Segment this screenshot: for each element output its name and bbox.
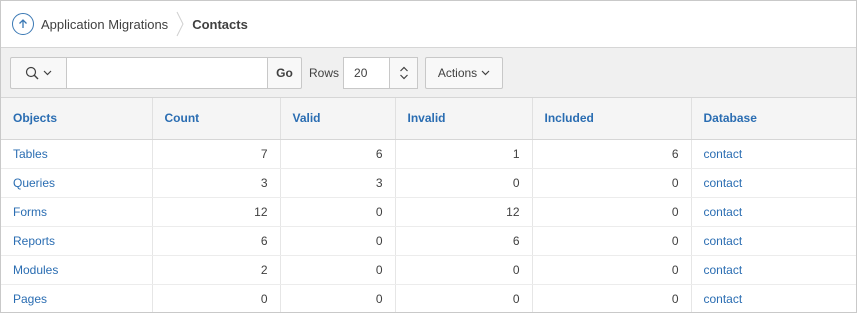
database-link[interactable]: contact bbox=[691, 139, 856, 169]
table-row: Pages 0 0 0 0 contact bbox=[1, 284, 856, 312]
included-cell: 0 bbox=[532, 255, 692, 285]
valid-cell: 0 bbox=[280, 284, 396, 312]
invalid-cell: 12 bbox=[395, 197, 533, 227]
rows-label: Rows bbox=[309, 65, 340, 80]
invalid-cell: 6 bbox=[395, 226, 533, 256]
rows-value[interactable]: 20 bbox=[343, 56, 391, 89]
up-arrow-button[interactable] bbox=[12, 13, 34, 35]
chevron-down-icon bbox=[43, 70, 52, 75]
included-cell: 0 bbox=[532, 197, 692, 227]
breadcrumb: Application Migrations Contacts bbox=[1, 1, 856, 48]
valid-cell: 0 bbox=[280, 197, 396, 227]
object-link[interactable]: Modules bbox=[1, 255, 153, 285]
database-link[interactable]: contact bbox=[691, 168, 856, 198]
database-link[interactable]: contact bbox=[691, 284, 856, 312]
object-link[interactable]: Reports bbox=[1, 226, 153, 256]
up-down-chevron-icon bbox=[399, 66, 408, 79]
table-row: Queries 3 3 0 0 contact bbox=[1, 168, 856, 198]
table-row: Tables 7 6 1 6 contact bbox=[1, 139, 856, 169]
chevron-right-icon bbox=[176, 10, 184, 38]
column-header-database[interactable]: Database bbox=[691, 98, 856, 140]
invalid-cell: 0 bbox=[395, 255, 533, 285]
count-cell: 7 bbox=[152, 139, 281, 169]
arrow-up-icon bbox=[19, 19, 27, 28]
rows-select[interactable]: 20 bbox=[343, 56, 419, 89]
database-link[interactable]: contact bbox=[691, 197, 856, 227]
table-row: Forms 12 0 12 0 contact bbox=[1, 197, 856, 227]
report-toolbar: Go Rows 20 Actions bbox=[1, 48, 856, 98]
migration-objects-table: Objects Count Valid Invalid Included Dat… bbox=[1, 98, 856, 312]
count-cell: 3 bbox=[152, 168, 281, 198]
table-row: Modules 2 0 0 0 contact bbox=[1, 255, 856, 285]
count-cell: 2 bbox=[152, 255, 281, 285]
table-header-row: Objects Count Valid Invalid Included Dat… bbox=[1, 98, 856, 140]
column-header-count[interactable]: Count bbox=[152, 98, 281, 140]
column-header-valid[interactable]: Valid bbox=[280, 98, 396, 140]
search-bar: Go bbox=[10, 56, 302, 89]
invalid-cell: 0 bbox=[395, 168, 533, 198]
invalid-cell: 1 bbox=[395, 139, 533, 169]
included-cell: 0 bbox=[532, 284, 692, 312]
valid-cell: 6 bbox=[280, 139, 396, 169]
actions-menu-button[interactable]: Actions bbox=[425, 56, 504, 89]
chevron-down-icon bbox=[481, 70, 490, 75]
go-button[interactable]: Go bbox=[268, 56, 302, 89]
column-header-objects[interactable]: Objects bbox=[1, 98, 153, 140]
valid-cell: 3 bbox=[280, 168, 396, 198]
rows-stepper[interactable] bbox=[390, 56, 419, 89]
included-cell: 0 bbox=[532, 168, 692, 198]
object-link[interactable]: Forms bbox=[1, 197, 153, 227]
valid-cell: 0 bbox=[280, 226, 396, 256]
search-input[interactable] bbox=[66, 56, 268, 89]
count-cell: 0 bbox=[152, 284, 281, 312]
table-row: Reports 6 0 6 0 contact bbox=[1, 226, 856, 256]
invalid-cell: 0 bbox=[395, 284, 533, 312]
object-link[interactable]: Queries bbox=[1, 168, 153, 198]
valid-cell: 0 bbox=[280, 255, 396, 285]
actions-label: Actions bbox=[437, 65, 478, 80]
search-icon bbox=[25, 66, 39, 79]
database-link[interactable]: contact bbox=[691, 226, 856, 256]
included-cell: 0 bbox=[532, 226, 692, 256]
database-link[interactable]: contact bbox=[691, 255, 856, 285]
app-window: Application Migrations Contacts Go Rows bbox=[0, 0, 857, 313]
breadcrumb-current: Contacts bbox=[192, 16, 248, 32]
column-header-included[interactable]: Included bbox=[532, 98, 692, 140]
object-link[interactable]: Tables bbox=[1, 139, 153, 169]
column-header-invalid[interactable]: Invalid bbox=[395, 98, 533, 140]
search-column-dropdown[interactable] bbox=[10, 56, 66, 89]
included-cell: 6 bbox=[532, 139, 692, 169]
count-cell: 12 bbox=[152, 197, 281, 227]
count-cell: 6 bbox=[152, 226, 281, 256]
breadcrumb-parent-link[interactable]: Application Migrations bbox=[41, 17, 168, 32]
object-link[interactable]: Pages bbox=[1, 284, 153, 312]
